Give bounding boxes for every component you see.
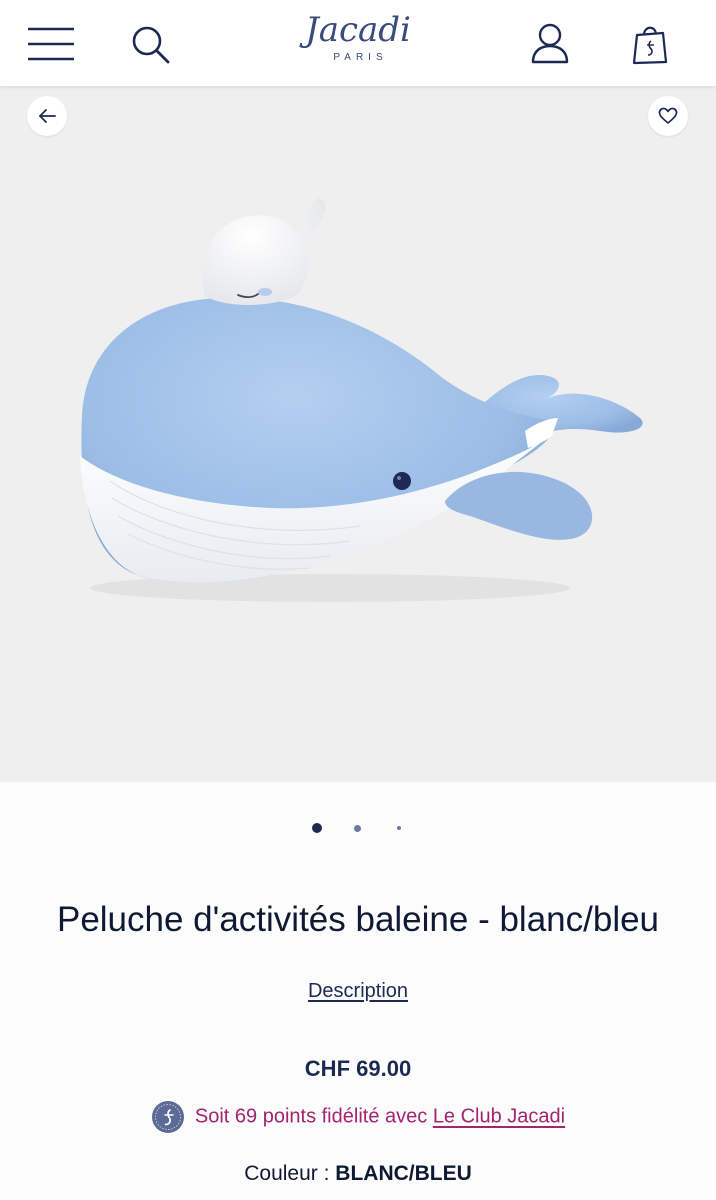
jacadi-club-badge-icon <box>151 1101 184 1133</box>
carousel-dot-2[interactable] <box>354 825 361 832</box>
brand-logo[interactable]: Jacadi PARIS <box>258 10 458 74</box>
loyalty-info: Soit 69 points fidélité avec Le Club Jac… <box>0 1100 716 1140</box>
product-page: Jacadi PARIS Peluche d'activités baleine… <box>0 0 716 1200</box>
logo-subtext: PARIS <box>333 52 388 63</box>
account-button[interactable] <box>526 20 574 68</box>
menu-icon <box>28 27 74 61</box>
loyalty-text: Soit 69 points fidélité avec <box>194 1105 428 1128</box>
product-price: CHF 69.00 <box>304 1056 412 1081</box>
header: Jacadi PARIS <box>0 0 716 87</box>
description-link[interactable]: Description <box>308 980 408 1002</box>
color-label: Couleur : <box>244 1162 330 1185</box>
carousel-indicator <box>0 820 716 836</box>
search-icon <box>132 26 170 64</box>
arrow-left-icon <box>39 109 56 123</box>
color-selection: Couleur : BLANC/BLEU <box>0 1162 716 1186</box>
product-image <box>80 198 643 602</box>
carousel-dot-1[interactable] <box>312 823 322 833</box>
product-title: Peluche d'activités baleine - blanc/bleu <box>56 900 660 939</box>
club-jacadi-link[interactable]: Le Club Jacadi <box>433 1106 565 1128</box>
logo-wordmark: Jacadi <box>305 10 411 50</box>
product-gallery[interactable] <box>0 86 716 782</box>
back-button[interactable] <box>27 96 67 136</box>
carousel-dot-3[interactable] <box>397 826 401 830</box>
heart-icon <box>658 107 678 124</box>
description-link-wrapper: Description <box>0 980 716 1003</box>
favorite-button[interactable] <box>648 96 688 136</box>
account-icon <box>531 23 569 64</box>
color-value: BLANC/BLEU <box>335 1162 472 1185</box>
cart-button[interactable] <box>626 20 674 68</box>
shopping-bag-icon <box>632 26 668 65</box>
menu-button[interactable] <box>26 24 76 64</box>
search-button[interactable] <box>128 22 174 68</box>
